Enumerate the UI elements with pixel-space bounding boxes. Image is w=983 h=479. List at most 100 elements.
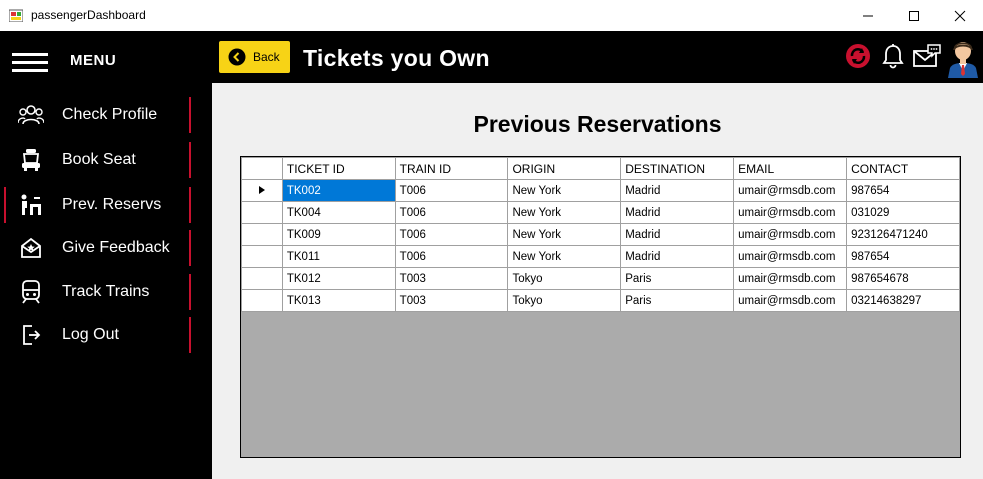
column-header-email[interactable]: EMAIL <box>733 157 848 180</box>
divider <box>189 274 191 310</box>
table-row[interactable]: TK012 T003 Tokyo Paris umair@rmsdb.com 9… <box>241 267 960 290</box>
back-button-label: Back <box>253 50 280 64</box>
bell-icon <box>882 44 904 69</box>
table-cell[interactable]: umair@rmsdb.com <box>733 267 848 290</box>
row-selector[interactable] <box>241 201 283 224</box>
row-selector[interactable] <box>241 223 283 246</box>
maximize-button[interactable] <box>891 0 937 31</box>
row-selector[interactable] <box>241 267 283 290</box>
table-row[interactable]: TK002 T006 New York Madrid umair@rmsdb.c… <box>241 179 960 202</box>
sidebar-item-label: Log Out <box>62 326 119 343</box>
minimize-button[interactable] <box>845 0 891 31</box>
table-cell[interactable]: umair@rmsdb.com <box>733 201 848 224</box>
column-header-destination[interactable]: DESTINATION <box>620 157 735 180</box>
sidebar-item-label: Prev. Reservs <box>62 196 162 213</box>
table-row[interactable]: TK013 T003 Tokyo Paris umair@rmsdb.com 0… <box>241 289 960 312</box>
sidebar-item-label: Track Trains <box>62 283 150 300</box>
column-header-origin[interactable]: ORIGIN <box>507 157 622 180</box>
row-selector[interactable] <box>241 245 283 268</box>
mail-icon <box>913 44 941 67</box>
column-header-ticket-id[interactable]: TICKET ID <box>281 157 396 180</box>
table-cell[interactable]: T006 <box>394 201 509 224</box>
train-icon <box>18 279 44 305</box>
reservations-table: TICKET ID TRAIN ID ORIGIN DESTINATION EM… <box>241 157 960 312</box>
section-title: Previous Reservations <box>473 111 722 137</box>
table-cell[interactable]: TK004 <box>281 201 396 224</box>
divider <box>189 230 191 266</box>
logout-icon <box>18 322 44 348</box>
table-cell[interactable]: T003 <box>394 289 509 312</box>
table-cell[interactable]: New York <box>507 245 622 268</box>
back-arrow-icon <box>228 48 246 66</box>
table-cell[interactable]: T006 <box>394 223 509 246</box>
table-cell[interactable]: 031029 <box>846 201 960 224</box>
table-cell[interactable]: T003 <box>394 267 509 290</box>
table-cell[interactable]: Paris <box>620 267 735 290</box>
table-cell[interactable]: 987654678 <box>846 267 960 290</box>
hamburger-menu-icon[interactable] <box>12 52 48 74</box>
divider <box>189 187 191 223</box>
table-cell[interactable]: 987654 <box>846 179 960 202</box>
row-selector[interactable] <box>241 289 283 312</box>
table-cell[interactable]: Paris <box>620 289 735 312</box>
table-cell[interactable]: New York <box>507 201 622 224</box>
menu-label: MENU <box>70 52 117 69</box>
current-row-arrow-icon <box>258 185 265 194</box>
row-selector[interactable] <box>241 179 283 202</box>
messages-button[interactable] <box>912 41 942 71</box>
close-button[interactable] <box>937 0 983 31</box>
table-cell[interactable]: TK009 <box>281 223 396 246</box>
active-indicator <box>4 187 6 223</box>
table-row[interactable]: TK004 T006 New York Madrid umair@rmsdb.c… <box>241 201 960 224</box>
table-cell[interactable]: TK002 <box>281 179 396 202</box>
table-cell[interactable]: Madrid <box>620 201 735 224</box>
feedback-icon <box>18 235 44 261</box>
seat-icon <box>18 147 44 173</box>
minimize-icon <box>863 15 873 16</box>
column-header-train-id[interactable]: TRAIN ID <box>394 157 509 180</box>
table-cell[interactable]: 03214638297 <box>846 289 960 312</box>
table-cell[interactable]: 923126471240 <box>846 223 960 246</box>
table-cell[interactable]: Tokyo <box>507 267 622 290</box>
table-cell[interactable]: TK011 <box>281 245 396 268</box>
table-cell[interactable]: New York <box>507 179 622 202</box>
table-cell[interactable]: umair@rmsdb.com <box>733 289 848 312</box>
table-cell[interactable]: umair@rmsdb.com <box>733 179 848 202</box>
refresh-button[interactable] <box>843 41 873 71</box>
sidebar-item-track-trains[interactable]: Track Trains <box>0 272 212 312</box>
table-cell[interactable]: T006 <box>394 245 509 268</box>
table-cell[interactable]: Madrid <box>620 179 735 202</box>
table-cell[interactable]: Madrid <box>620 245 735 268</box>
sidebar-item-prev-reservs[interactable]: Prev. Reservs <box>0 185 212 225</box>
notifications-button[interactable] <box>880 41 906 71</box>
sidebar-item-check-profile[interactable]: Check Profile <box>0 95 212 135</box>
table-cell[interactable]: TK013 <box>281 289 396 312</box>
column-header-contact[interactable]: CONTACT <box>846 157 960 180</box>
table-row[interactable]: TK009 T006 New York Madrid umair@rmsdb.c… <box>241 223 960 246</box>
divider <box>189 142 191 178</box>
table-header-row: TICKET ID TRAIN ID ORIGIN DESTINATION EM… <box>241 157 960 180</box>
users-icon <box>18 102 44 128</box>
table-cell[interactable]: TK012 <box>281 267 396 290</box>
table-cell[interactable]: Madrid <box>620 223 735 246</box>
table-cell[interactable]: umair@rmsdb.com <box>733 245 848 268</box>
reservations-grid[interactable]: TICKET ID TRAIN ID ORIGIN DESTINATION EM… <box>240 156 961 458</box>
sidebar-item-give-feedback[interactable]: Give Feedback <box>0 228 212 268</box>
row-header-corner <box>241 157 283 180</box>
table-row[interactable]: TK011 T006 New York Madrid umair@rmsdb.c… <box>241 245 960 268</box>
divider <box>189 317 191 353</box>
table-cell[interactable]: Tokyo <box>507 289 622 312</box>
sidebar-item-log-out[interactable]: Log Out <box>0 315 212 355</box>
back-button[interactable]: Back <box>219 41 290 73</box>
table-cell[interactable]: New York <box>507 223 622 246</box>
table-cell[interactable]: umair@rmsdb.com <box>733 223 848 246</box>
user-avatar[interactable] <box>946 38 980 78</box>
app-header: MENU Back Tickets you Own <box>0 31 983 83</box>
refresh-icon <box>846 44 870 68</box>
sidebar-item-label: Give Feedback <box>62 239 170 256</box>
window-titlebar: passengerDashboard <box>0 0 983 31</box>
table-cell[interactable]: T006 <box>394 179 509 202</box>
sidebar-item-book-seat[interactable]: Book Seat <box>0 140 212 180</box>
table-cell[interactable]: 987654 <box>846 245 960 268</box>
close-icon <box>954 10 966 21</box>
